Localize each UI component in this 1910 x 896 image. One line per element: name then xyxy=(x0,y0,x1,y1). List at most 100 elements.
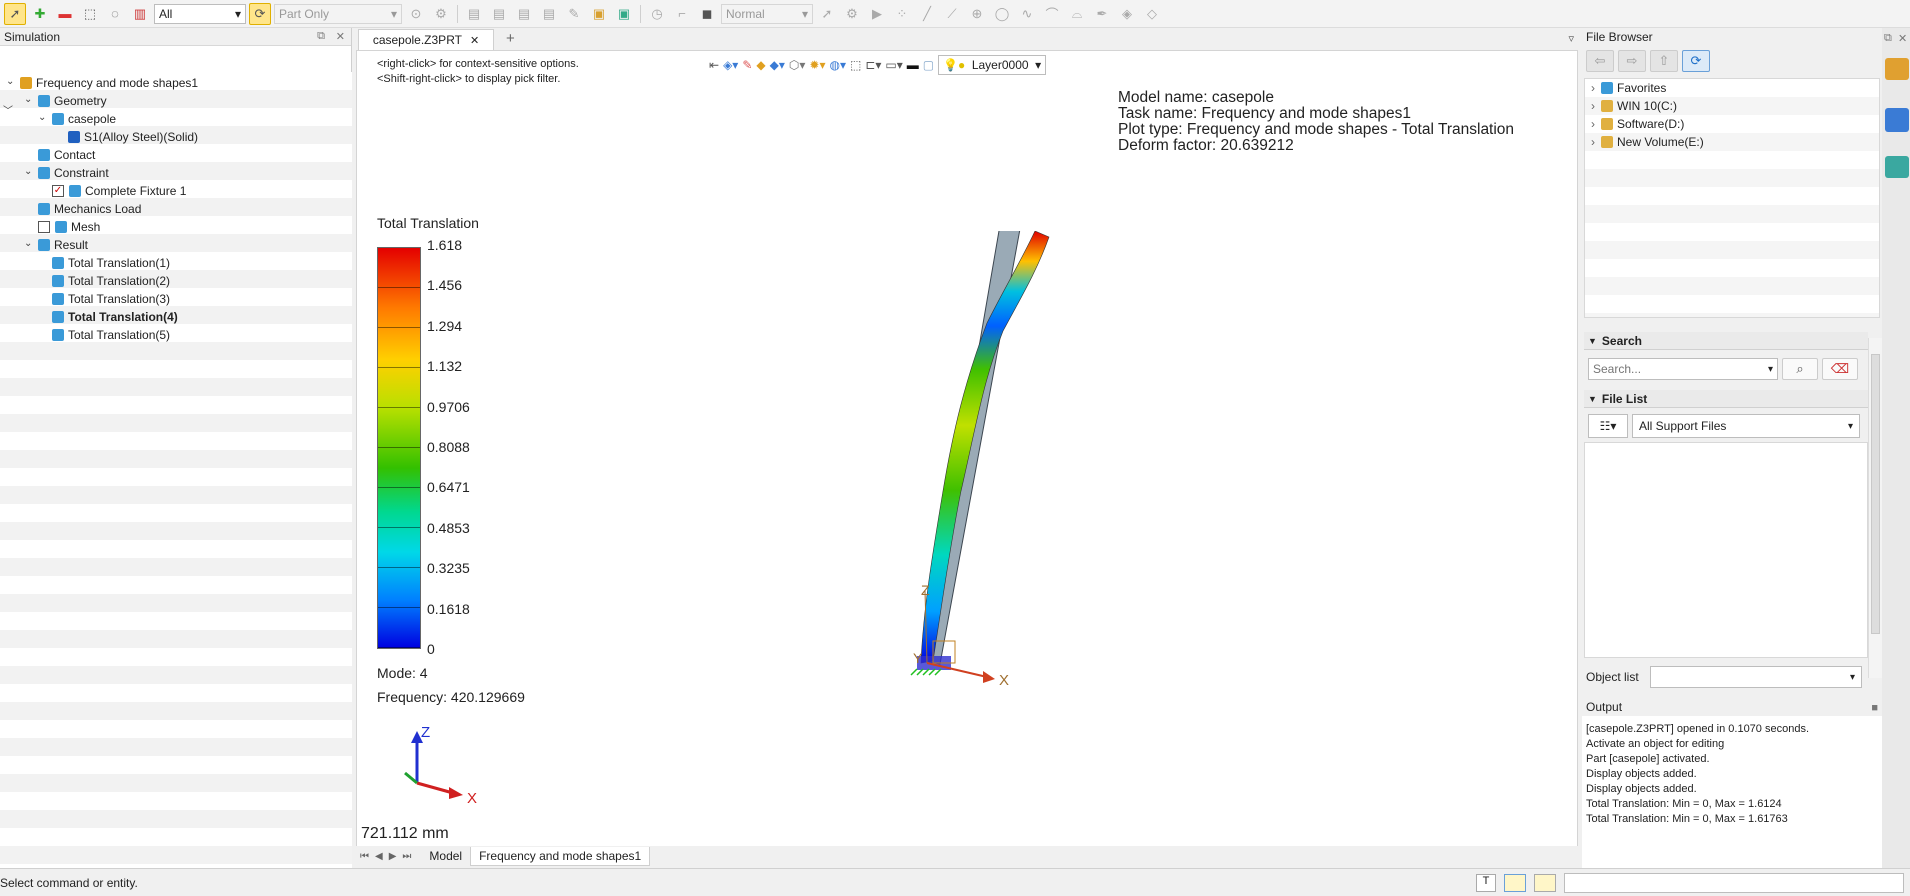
tab-frequency-mode-shapes[interactable]: Frequency and mode shapes1 xyxy=(470,846,651,866)
chevron-down-icon[interactable]: ⌄ xyxy=(24,238,32,249)
search-icon[interactable]: ⌕ xyxy=(1782,358,1818,380)
tree-item[interactable]: S1(Alloy Steel)(Solid) xyxy=(68,128,198,146)
scatter-icon[interactable]: ⁘ xyxy=(891,3,913,25)
marker-icon[interactable]: ⌐ xyxy=(671,3,693,25)
pole-model[interactable]: Z Y X xyxy=(837,231,1057,701)
cube-icon[interactable]: ◆▾ xyxy=(770,58,785,72)
file-list[interactable] xyxy=(1584,442,1868,658)
file-tree-item[interactable]: › Software(D:) xyxy=(1591,115,1684,133)
forward-arrow-icon[interactable]: ⇨ xyxy=(1618,50,1646,72)
wire-cube-icon[interactable]: ⬡▾ xyxy=(789,58,806,72)
tree-item[interactable]: Total Translation(1) xyxy=(52,254,170,272)
remove-icon[interactable]: ▬ xyxy=(54,3,76,25)
gear-icon[interactable]: ⚙ xyxy=(841,3,863,25)
chevron-down-icon[interactable]: ▾ xyxy=(1768,364,1773,375)
align-right-icon[interactable]: ▤ xyxy=(513,3,535,25)
stop-icon[interactable]: ◼ xyxy=(696,3,718,25)
tree-item[interactable]: Total Translation(3) xyxy=(52,290,170,308)
chevron-right-icon[interactable]: › xyxy=(1591,99,1595,113)
scrollbar-thumb[interactable] xyxy=(1871,354,1880,634)
tree-item[interactable]: Total Translation(5) xyxy=(52,326,170,344)
tree-item[interactable]: Mesh xyxy=(38,218,100,236)
curve-icon[interactable]: ∿ xyxy=(1016,3,1038,25)
close-icon[interactable]: ✕ xyxy=(470,34,479,47)
folder-icon[interactable] xyxy=(1885,58,1909,80)
library-icon[interactable] xyxy=(1885,108,1909,132)
add-icon[interactable]: ✚ xyxy=(29,3,51,25)
tree-item[interactable]: Total Translation(4) xyxy=(52,308,178,326)
brush-icon[interactable]: ✎ xyxy=(742,58,752,72)
tree-item[interactable]: Frequency and mode shapes1 xyxy=(20,74,198,92)
zoom-fit-icon[interactable]: ⬚ xyxy=(850,58,861,72)
tab-list-icon[interactable]: ▿ xyxy=(1568,32,1574,45)
line-icon[interactable]: ╱ xyxy=(916,3,938,25)
document-tab[interactable]: casepole.Z3PRT ✕ xyxy=(358,29,494,50)
close-icon[interactable]: ✕ xyxy=(1898,32,1907,45)
surface-icon[interactable]: ◇ xyxy=(1141,3,1163,25)
snap-icon[interactable]: ⊙ xyxy=(405,3,427,25)
file-tree-item[interactable]: › New Volume(E:) xyxy=(1591,133,1704,151)
tree-item[interactable]: casepole xyxy=(52,110,116,128)
distribute-icon[interactable]: ▤ xyxy=(538,3,560,25)
tab-model[interactable]: Model xyxy=(421,847,470,866)
chevron-right-icon[interactable]: › xyxy=(1591,117,1595,131)
filelist-filter-combo[interactable]: All Support Files ▾ xyxy=(1632,414,1860,438)
last-page-icon[interactable]: ⏭ xyxy=(402,851,411,862)
back-arrow-icon[interactable]: ⇦ xyxy=(1586,50,1614,72)
box-select-icon[interactable]: ⬚ xyxy=(79,3,101,25)
spline-icon[interactable]: ⌒ xyxy=(1041,3,1063,25)
clear-search-icon[interactable]: ⌫ xyxy=(1822,358,1858,380)
part-mode-combo[interactable]: Part Only ▾ xyxy=(274,3,402,24)
section-icon[interactable]: ⊏▾ xyxy=(865,58,881,72)
tree-item[interactable]: ✓ Complete Fixture 1 xyxy=(52,182,186,200)
file-tree-item[interactable]: › Favorites xyxy=(1591,79,1666,97)
file-tree-item[interactable]: › WIN 10(C:) xyxy=(1591,97,1677,115)
pen-icon[interactable]: ✒ xyxy=(1091,3,1113,25)
fill-color-icon[interactable]: ▢ xyxy=(923,58,934,72)
checkbox[interactable]: ✓ xyxy=(52,185,64,197)
restore-icon[interactable]: ⧉ xyxy=(1884,32,1892,45)
checkbox[interactable] xyxy=(38,221,50,233)
play-icon[interactable]: ▶ xyxy=(866,3,888,25)
refresh-icon[interactable]: ⟳ xyxy=(1682,50,1710,72)
brush-icon[interactable]: ✎ xyxy=(563,3,585,25)
lasso-icon[interactable]: ◌ xyxy=(104,3,126,25)
chevron-down-icon[interactable]: ⌄ xyxy=(38,112,46,123)
color-icon[interactable]: ✹▾ xyxy=(809,58,825,72)
next-page-icon[interactable]: ▶ xyxy=(389,851,397,862)
circle-icon[interactable]: ◯ xyxy=(991,3,1013,25)
filter-icon[interactable]: ▥ xyxy=(129,3,151,25)
text-mode-icon[interactable]: T xyxy=(1476,874,1496,892)
chevron-right-icon[interactable]: › xyxy=(1591,81,1595,95)
align-left-icon[interactable]: ▤ xyxy=(463,3,485,25)
settings-icon[interactable]: ⚙ xyxy=(430,3,452,25)
pointer-icon[interactable]: ➚ xyxy=(816,3,838,25)
first-page-icon[interactable]: ⏮ xyxy=(360,851,369,862)
align-center-icon[interactable]: ▤ xyxy=(488,3,510,25)
up-arrow-icon[interactable]: ⇧ xyxy=(1650,50,1678,72)
render-style-icon[interactable]: ◈▾ xyxy=(723,58,738,72)
line-point-icon[interactable]: ⟋ xyxy=(941,3,963,25)
chevron-down-icon[interactable]: ﹀ xyxy=(3,102,13,117)
exit-icon[interactable]: ⇤ xyxy=(709,58,719,72)
render-mode-combo[interactable]: Normal ▾ xyxy=(721,3,813,24)
command-input[interactable] xyxy=(1564,873,1904,893)
restore-icon[interactable]: ⧉ xyxy=(317,30,325,43)
filelist-section-header[interactable]: ▼ File List xyxy=(1584,390,1868,408)
view-orient-icon[interactable]: ◍▾ xyxy=(829,58,846,72)
close-icon[interactable]: ✕ xyxy=(336,30,345,43)
stop-icon[interactable]: ■ xyxy=(1871,702,1878,714)
prev-page-icon[interactable]: ◀ xyxy=(375,851,383,862)
filter-combo[interactable]: All ▾ xyxy=(154,3,246,24)
chevron-down-icon[interactable]: ⌄ xyxy=(6,76,14,87)
search-field[interactable]: ▾ xyxy=(1588,358,1778,380)
image-icon[interactable]: ▣ xyxy=(613,3,635,25)
tree-item[interactable]: Contact xyxy=(38,146,95,164)
shade-icon[interactable]: ◆ xyxy=(756,58,765,72)
layer-combo[interactable]: 💡● Layer0000 ▾ xyxy=(938,55,1047,75)
file-browser-scrollbar[interactable] xyxy=(1868,338,1882,678)
tree-item[interactable]: Result xyxy=(38,236,88,254)
tree-item[interactable]: Mechanics Load xyxy=(38,200,141,218)
open-folder-icon[interactable]: ▣ xyxy=(588,3,610,25)
chevron-right-icon[interactable]: › xyxy=(1591,135,1595,149)
